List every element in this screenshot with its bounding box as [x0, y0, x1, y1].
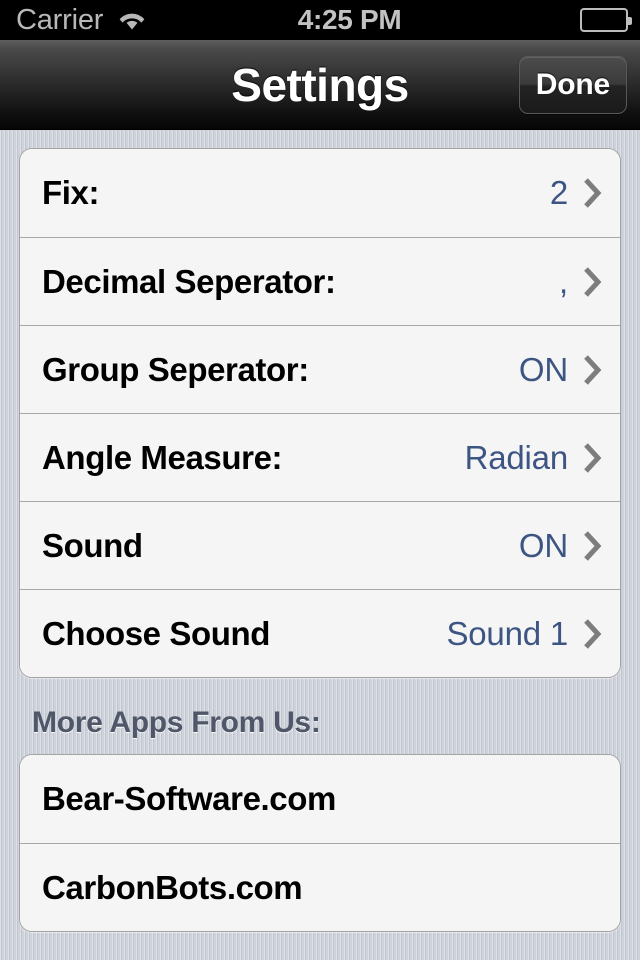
settings-row-choose-sound[interactable]: Choose Sound Sound 1 — [20, 589, 620, 677]
more-apps-group: Bear-Software.com CarbonBots.com — [19, 754, 621, 932]
section-header-more-apps: More Apps From Us: — [32, 706, 321, 739]
row-label: Sound — [42, 526, 143, 564]
status-bar: Carrier 4:25 PM — [0, 0, 640, 40]
settings-content: Fix: 2 Decimal Seperator: , Group Sepera… — [0, 131, 640, 960]
settings-row-angle-measure[interactable]: Angle Measure: Radian — [20, 413, 620, 501]
clock-label: 4:25 PM — [297, 4, 402, 35]
row-label: Angle Measure: — [42, 438, 283, 476]
row-value: ON — [518, 526, 568, 564]
row-value: , — [559, 262, 568, 300]
navigation-bar: Settings Done — [0, 40, 640, 130]
row-label: Choose Sound — [42, 614, 271, 652]
row-value: Radian — [464, 438, 569, 476]
done-button[interactable]: Done — [518, 55, 627, 114]
done-button-label: Done — [535, 67, 610, 101]
settings-row-decimal-seperator[interactable]: Decimal Seperator: , — [20, 237, 620, 325]
chevron-right-icon — [582, 442, 602, 474]
chevron-right-icon — [582, 618, 602, 650]
chevron-right-icon — [582, 354, 602, 386]
chevron-right-icon — [582, 530, 602, 562]
more-apps-row-bear-software[interactable]: Bear-Software.com — [20, 755, 620, 843]
chevron-right-icon — [582, 177, 602, 209]
row-value: ON — [518, 350, 568, 388]
row-value: Sound 1 — [446, 614, 568, 652]
status-bar-center: 4:25 PM — [119, 6, 580, 34]
row-label: Group Seperator: — [42, 350, 309, 388]
settings-row-fix[interactable]: Fix: 2 — [20, 149, 620, 237]
carrier-label: Carrier — [16, 3, 104, 36]
settings-group: Fix: 2 Decimal Seperator: , Group Sepera… — [19, 148, 621, 678]
chevron-right-icon — [582, 266, 602, 298]
battery-full-icon — [580, 8, 632, 32]
status-bar-right — [580, 8, 632, 32]
row-label: CarbonBots.com — [42, 868, 303, 906]
settings-row-sound[interactable]: Sound ON — [20, 501, 620, 589]
more-apps-row-carbonbots[interactable]: CarbonBots.com — [20, 843, 620, 931]
row-value: 2 — [549, 174, 568, 211]
settings-row-group-seperator[interactable]: Group Seperator: ON — [20, 325, 620, 413]
phone-screen: Carrier 4:25 PM Settings Done Fix: 2 Dec… — [0, 0, 640, 960]
row-label: Fix: — [42, 174, 100, 211]
row-label: Decimal Seperator: — [42, 262, 336, 300]
row-label: Bear-Software.com — [42, 780, 336, 817]
